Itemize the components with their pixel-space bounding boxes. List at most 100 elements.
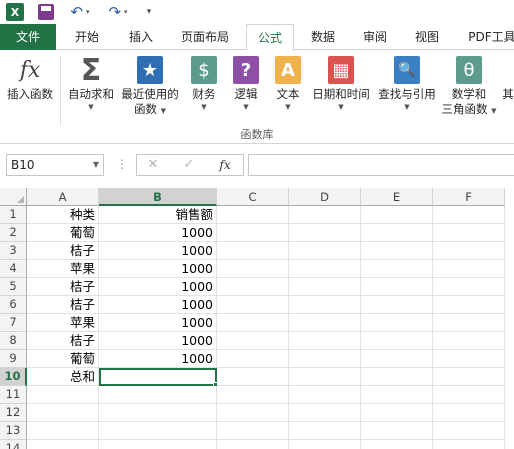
- row-header[interactable]: 3: [0, 242, 27, 260]
- cell-c1[interactable]: [217, 206, 289, 224]
- date-time-button[interactable]: ▦ 日期和时间 ▼: [308, 54, 374, 126]
- cell-a8[interactable]: 桔子: [27, 332, 99, 350]
- cell-e6[interactable]: [361, 296, 433, 314]
- insert-function-button[interactable]: fx 插入函数: [2, 54, 58, 126]
- cell-c9[interactable]: [217, 350, 289, 368]
- cell-d8[interactable]: [289, 332, 361, 350]
- cell-a9[interactable]: 葡萄: [27, 350, 99, 368]
- lookup-reference-button[interactable]: 🔍 查找与引用 ▼: [374, 54, 440, 126]
- cell-b6[interactable]: 1000: [99, 296, 217, 314]
- save-icon[interactable]: [38, 4, 54, 20]
- row-header[interactable]: 14: [0, 440, 27, 449]
- autosum-button[interactable]: Σ 自动求和 ▼: [64, 53, 118, 126]
- cell-b14[interactable]: [99, 440, 217, 449]
- cell-e3[interactable]: [361, 242, 433, 260]
- tab-review[interactable]: 审阅: [354, 24, 396, 50]
- row-header[interactable]: 9: [0, 350, 27, 368]
- cell-a2[interactable]: 葡萄: [27, 224, 99, 242]
- cell-c11[interactable]: [217, 386, 289, 404]
- undo-icon[interactable]: ↶ ▾: [66, 2, 94, 22]
- cell-e8[interactable]: [361, 332, 433, 350]
- tab-formulas[interactable]: 公式: [246, 24, 294, 51]
- cell-d3[interactable]: [289, 242, 361, 260]
- cell-d7[interactable]: [289, 314, 361, 332]
- cell-a7[interactable]: 苹果: [27, 314, 99, 332]
- formula-input[interactable]: [248, 154, 514, 176]
- cell-c4[interactable]: [217, 260, 289, 278]
- cell-e5[interactable]: [361, 278, 433, 296]
- cell-a1[interactable]: 种类: [27, 206, 99, 224]
- cell-f12[interactable]: [433, 404, 505, 422]
- row-header[interactable]: 12: [0, 404, 27, 422]
- cell-a12[interactable]: [27, 404, 99, 422]
- cell-f2[interactable]: [433, 224, 505, 242]
- cell-b11[interactable]: [99, 386, 217, 404]
- column-header-c[interactable]: C: [217, 188, 289, 206]
- cell-e1[interactable]: [361, 206, 433, 224]
- cell-b13[interactable]: [99, 422, 217, 440]
- cell-f5[interactable]: [433, 278, 505, 296]
- cell-d13[interactable]: [289, 422, 361, 440]
- cell-d1[interactable]: [289, 206, 361, 224]
- cell-e13[interactable]: [361, 422, 433, 440]
- logical-button[interactable]: ? 逻辑 ▼: [228, 54, 264, 126]
- row-header[interactable]: 8: [0, 332, 27, 350]
- tab-data[interactable]: 数据: [302, 24, 344, 50]
- select-all-button[interactable]: [0, 188, 27, 206]
- cell-f3[interactable]: [433, 242, 505, 260]
- cell-a4[interactable]: 苹果: [27, 260, 99, 278]
- cell-e14[interactable]: [361, 440, 433, 449]
- cell-f13[interactable]: [433, 422, 505, 440]
- cell-d14[interactable]: [289, 440, 361, 449]
- cell-e4[interactable]: [361, 260, 433, 278]
- enter-icon[interactable]: ✓: [175, 155, 203, 175]
- column-header-b[interactable]: B: [99, 188, 217, 206]
- cell-e12[interactable]: [361, 404, 433, 422]
- cell-a5[interactable]: 桔子: [27, 278, 99, 296]
- cell-e9[interactable]: [361, 350, 433, 368]
- redo-icon[interactable]: ↷ ▾: [104, 2, 132, 22]
- tab-view[interactable]: 视图: [406, 24, 448, 50]
- financial-button[interactable]: $ 财务 ▼: [186, 54, 222, 126]
- cell-e10[interactable]: [361, 368, 433, 386]
- cell-b8[interactable]: 1000: [99, 332, 217, 350]
- cell-f1[interactable]: [433, 206, 505, 224]
- cell-c12[interactable]: [217, 404, 289, 422]
- text-button[interactable]: A 文本 ▼: [270, 54, 306, 126]
- column-header-e[interactable]: E: [361, 188, 433, 206]
- cell-f8[interactable]: [433, 332, 505, 350]
- cell-c14[interactable]: [217, 440, 289, 449]
- cell-d4[interactable]: [289, 260, 361, 278]
- row-header[interactable]: 5: [0, 278, 27, 296]
- cell-e11[interactable]: [361, 386, 433, 404]
- cancel-icon[interactable]: ✕: [139, 155, 167, 175]
- cell-a3[interactable]: 桔子: [27, 242, 99, 260]
- tab-page-layout[interactable]: 页面布局: [172, 24, 238, 50]
- cell-c7[interactable]: [217, 314, 289, 332]
- math-trig-button[interactable]: θ 数学和 三角函数 ▼: [438, 54, 500, 126]
- cell-b3[interactable]: 1000: [99, 242, 217, 260]
- cell-f11[interactable]: [433, 386, 505, 404]
- cell-d9[interactable]: [289, 350, 361, 368]
- cell-d2[interactable]: [289, 224, 361, 242]
- cell-f14[interactable]: [433, 440, 505, 449]
- tab-file[interactable]: 文件: [0, 24, 56, 50]
- cell-a13[interactable]: [27, 422, 99, 440]
- cell-b2[interactable]: 1000: [99, 224, 217, 242]
- cell-c5[interactable]: [217, 278, 289, 296]
- cell-f10[interactable]: [433, 368, 505, 386]
- formula-bar-grip-icon[interactable]: ⋮: [116, 157, 128, 171]
- cell-f4[interactable]: [433, 260, 505, 278]
- row-header[interactable]: 11: [0, 386, 27, 404]
- row-header[interactable]: 6: [0, 296, 27, 314]
- cell-b1[interactable]: 销售额: [99, 206, 217, 224]
- tab-insert[interactable]: 插入: [118, 24, 164, 50]
- cell-d12[interactable]: [289, 404, 361, 422]
- cell-a6[interactable]: 桔子: [27, 296, 99, 314]
- cell-b12[interactable]: [99, 404, 217, 422]
- cell-b9[interactable]: 1000: [99, 350, 217, 368]
- row-header[interactable]: 13: [0, 422, 27, 440]
- insert-function-icon[interactable]: fx: [211, 155, 239, 175]
- cell-a10[interactable]: 总和: [27, 368, 99, 386]
- column-header-f[interactable]: F: [433, 188, 505, 206]
